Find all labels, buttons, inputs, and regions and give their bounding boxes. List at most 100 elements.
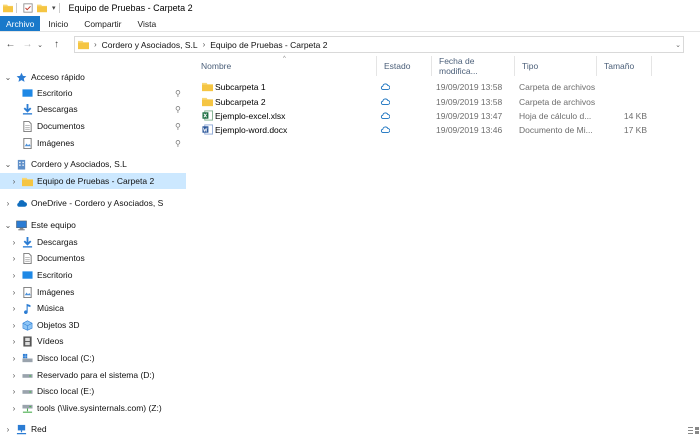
chevron-right-icon[interactable]: › bbox=[9, 354, 19, 363]
file-name: Ejemplo-excel.xlsx bbox=[215, 110, 286, 121]
chevron-right-icon[interactable]: › bbox=[9, 387, 19, 396]
breadcrumb-org[interactable]: Cordero y Asociados, S.L bbox=[102, 40, 198, 50]
pin-icon[interactable]: ⚲ bbox=[175, 105, 181, 114]
new-folder-icon[interactable] bbox=[37, 3, 47, 13]
chevron-right-icon[interactable]: › bbox=[9, 254, 19, 263]
cloud-status-icon bbox=[380, 98, 390, 105]
toolbar-separator bbox=[58, 3, 60, 13]
title-bar: ▾ Equipo de Pruebas - Carpeta 2 bbox=[0, 0, 700, 16]
chevron-right-icon[interactable]: › bbox=[9, 271, 19, 280]
up-arrow-icon[interactable]: ↑ bbox=[50, 38, 63, 51]
sidebar-item-label: Escritorio bbox=[37, 88, 73, 98]
view-toggle-icons[interactable] bbox=[688, 426, 700, 436]
sidebar-item-documentos[interactable]: Documentos ⚲ bbox=[0, 118, 186, 134]
chevron-right-icon[interactable]: › bbox=[9, 404, 19, 413]
pin-icon[interactable]: ⚲ bbox=[175, 89, 181, 98]
sidebar-item-pc-documentos[interactable]: › Documentos bbox=[0, 250, 186, 266]
address-dropdown-icon[interactable]: ⌄ bbox=[675, 41, 681, 49]
file-row[interactable]: Subcarpeta 2 19/09/2019 13:58 Carpeta de… bbox=[194, 94, 654, 109]
download-arrow-icon bbox=[22, 103, 33, 115]
breadcrumb-chevron-icon[interactable]: › bbox=[203, 40, 206, 49]
file-row[interactable]: Ejemplo-excel.xlsx 19/09/2019 13:47 Hoja… bbox=[194, 108, 654, 123]
sidebar-item-pc-objetos-3d[interactable]: › Objetos 3D bbox=[0, 317, 186, 333]
tab-archivo[interactable]: Archivo bbox=[0, 16, 41, 31]
sidebar-item-pc-network-drive-z[interactable]: › tools (\\live.sysinternals.com) (Z:) bbox=[0, 400, 186, 416]
chevron-down-icon[interactable]: ⌄ bbox=[3, 160, 13, 169]
breadcrumb-chevron-icon[interactable]: › bbox=[94, 40, 97, 49]
file-size bbox=[599, 79, 647, 94]
column-header-name[interactable]: Nombre bbox=[194, 56, 377, 76]
sidebar-item-label: Imágenes bbox=[37, 138, 75, 148]
document-icon bbox=[23, 120, 32, 132]
chevron-right-icon[interactable]: › bbox=[9, 288, 19, 297]
column-header-status[interactable]: Estado bbox=[377, 56, 432, 76]
sidebar-item-label: Objetos 3D bbox=[37, 320, 80, 330]
file-row[interactable]: Subcarpeta 1 19/09/2019 13:58 Carpeta de… bbox=[194, 79, 654, 94]
chevron-right-icon[interactable]: › bbox=[9, 177, 19, 186]
windows-drive-icon bbox=[22, 353, 33, 362]
video-film-icon bbox=[23, 335, 32, 347]
sidebar-item-pc-videos[interactable]: › Vídeos bbox=[0, 333, 186, 349]
column-header-size[interactable]: Tamaño bbox=[597, 56, 652, 76]
folder-icon bbox=[3, 4, 13, 13]
sidebar-item-pc-escritorio[interactable]: › Escritorio bbox=[0, 267, 186, 283]
forward-arrow-icon[interactable]: → bbox=[21, 38, 34, 51]
sidebar-item-label: Equipo de Pruebas - Carpeta 2 bbox=[37, 176, 155, 186]
tab-vista[interactable]: Vista bbox=[130, 16, 165, 31]
chevron-down-icon[interactable]: ⌄ bbox=[3, 73, 13, 82]
pin-icon[interactable]: ⚲ bbox=[175, 122, 181, 131]
sidebar-item-quick-access[interactable]: ⌄ Acceso rápido bbox=[0, 69, 186, 85]
navigation-pane: ⌄ Acceso rápido Escritorio ⚲ Descargas ⚲… bbox=[0, 62, 186, 440]
chevron-right-icon[interactable]: › bbox=[9, 321, 19, 330]
sidebar-item-current-folder[interactable]: › Equipo de Pruebas - Carpeta 2 bbox=[0, 173, 186, 189]
breadcrumb-current-folder[interactable]: Equipo de Pruebas - Carpeta 2 bbox=[210, 40, 327, 50]
sidebar-item-onedrive[interactable]: › OneDrive - Cordero y Asociados, S bbox=[0, 195, 186, 211]
sidebar-item-this-pc[interactable]: ⌄ Este equipo bbox=[0, 217, 186, 233]
folder-icon bbox=[22, 177, 33, 186]
sidebar-item-imagenes[interactable]: Imágenes ⚲ bbox=[0, 135, 186, 151]
sidebar-item-label: Escritorio bbox=[37, 270, 73, 280]
chevron-right-icon[interactable]: › bbox=[9, 304, 19, 313]
sidebar-item-network[interactable]: › Red bbox=[0, 421, 186, 437]
sidebar-item-pc-disco-c[interactable]: › Disco local (C:) bbox=[0, 350, 186, 366]
3d-objects-icon bbox=[22, 319, 33, 331]
back-arrow-icon[interactable]: ← bbox=[4, 38, 17, 51]
chevron-down-icon[interactable]: ⌄ bbox=[3, 221, 13, 230]
sidebar-item-pc-descargas[interactable]: › Descargas bbox=[0, 234, 186, 250]
sidebar-item-pc-disco-e[interactable]: › Disco local (E:) bbox=[0, 383, 186, 399]
recent-locations-chevron-icon[interactable]: ⌄ bbox=[36, 38, 44, 51]
chevron-right-icon[interactable]: › bbox=[3, 199, 13, 208]
sidebar-item-descargas[interactable]: Descargas ⚲ bbox=[0, 101, 186, 117]
folder-icon bbox=[202, 82, 213, 92]
column-header-date[interactable]: Fecha de modifica... bbox=[432, 56, 515, 76]
sidebar-item-pc-disco-d[interactable]: › Reservado para el sistema (D:) bbox=[0, 367, 186, 383]
chevron-right-icon[interactable]: › bbox=[9, 371, 19, 380]
sidebar-item-pc-musica[interactable]: › Música bbox=[0, 300, 186, 316]
customize-toolbar-icon[interactable]: ▾ bbox=[52, 4, 56, 12]
folder-icon bbox=[78, 40, 89, 50]
sidebar-item-label: Reservado para el sistema (D:) bbox=[37, 370, 155, 380]
properties-icon[interactable] bbox=[23, 3, 33, 13]
chevron-right-icon[interactable]: › bbox=[3, 425, 13, 434]
file-type: Hoja de cálculo d... bbox=[519, 110, 592, 121]
pin-icon[interactable]: ⚲ bbox=[175, 139, 181, 148]
sidebar-item-label: Cordero y Asociados, S.L bbox=[31, 159, 127, 169]
tab-compartir[interactable]: Compartir bbox=[76, 16, 129, 31]
chevron-right-icon[interactable]: › bbox=[9, 337, 19, 346]
toolbar-separator bbox=[16, 3, 17, 13]
sidebar-item-pc-imagenes[interactable]: › Imágenes bbox=[0, 284, 186, 300]
cloud-status-icon bbox=[380, 83, 390, 90]
desktop-icon bbox=[22, 88, 33, 97]
tab-inicio[interactable]: Inicio bbox=[40, 16, 76, 31]
address-bar[interactable]: › Cordero y Asociados, S.L › Equipo de P… bbox=[74, 36, 684, 53]
column-header-type[interactable]: Tipo bbox=[515, 56, 597, 76]
sidebar-item-org[interactable]: ⌄ Cordero y Asociados, S.L bbox=[0, 156, 186, 172]
chevron-right-icon[interactable]: › bbox=[9, 238, 19, 247]
file-row[interactable]: Ejemplo-word.docx 19/09/2019 13:46 Docum… bbox=[194, 122, 654, 137]
sidebar-item-label: Disco local (E:) bbox=[37, 386, 95, 396]
network-icon bbox=[16, 424, 27, 434]
sidebar-item-label: Este equipo bbox=[31, 220, 76, 230]
hard-drive-icon bbox=[22, 373, 33, 378]
sidebar-item-label: Disco local (C:) bbox=[37, 353, 95, 363]
sidebar-item-escritorio[interactable]: Escritorio ⚲ bbox=[0, 85, 186, 101]
